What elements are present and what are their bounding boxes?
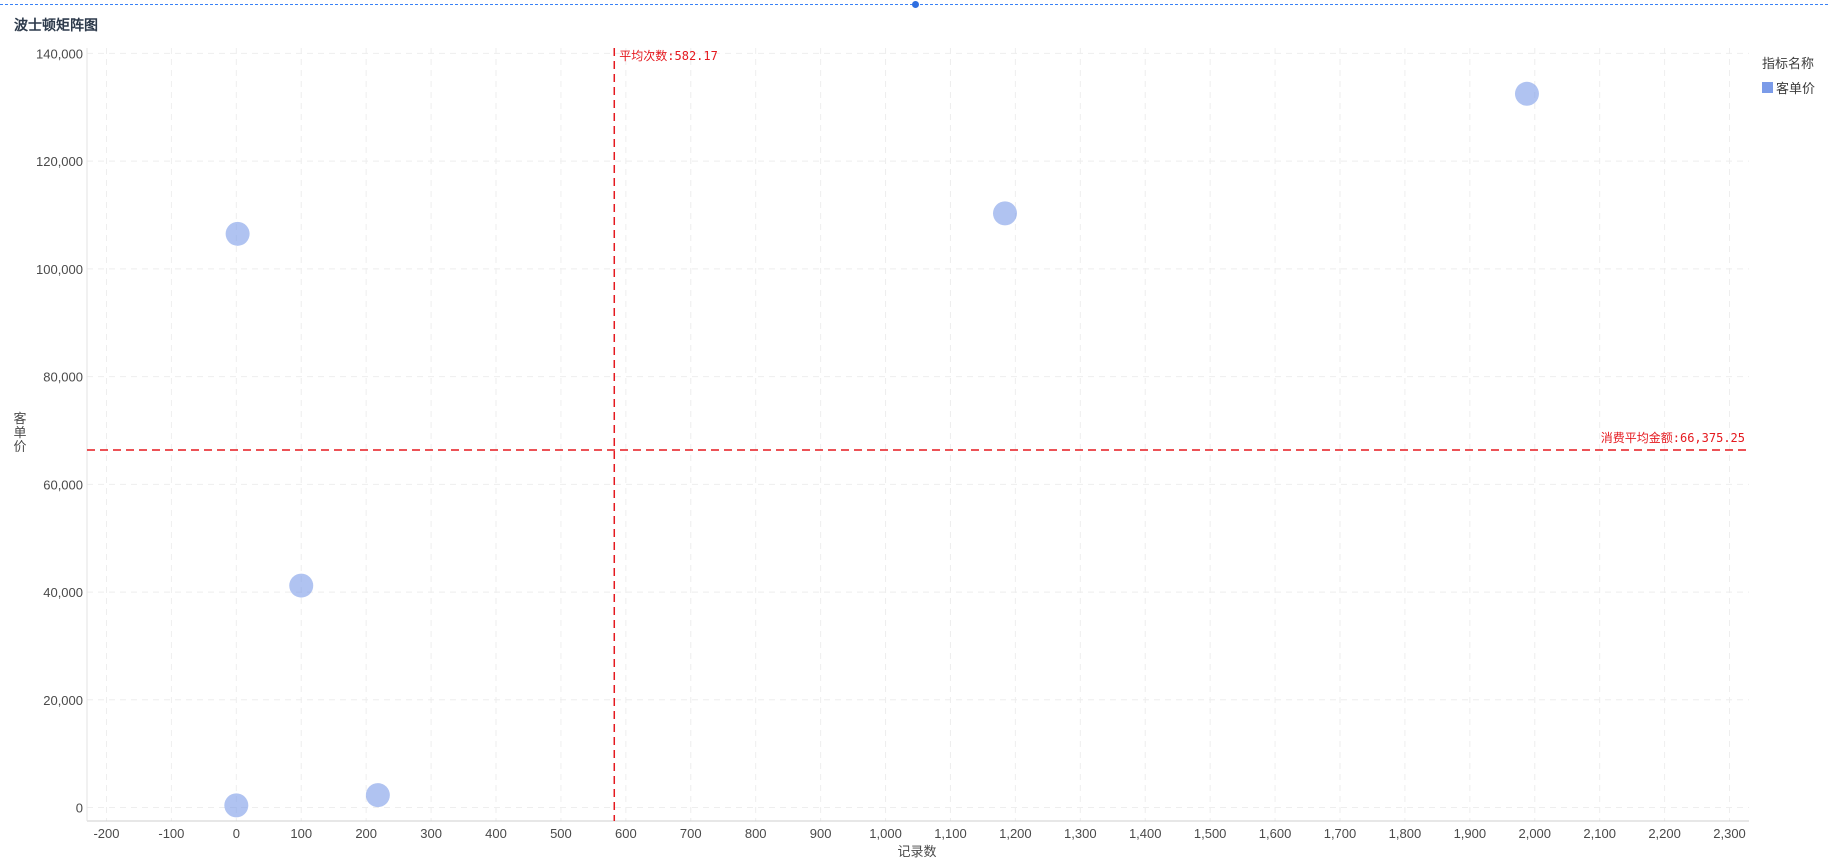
legend-item-label: 客单价 bbox=[1776, 81, 1816, 96]
x-tick-label: 1,600 bbox=[1259, 826, 1292, 841]
scatter-point[interactable] bbox=[1514, 81, 1539, 106]
x-tick-label: 1,200 bbox=[999, 826, 1032, 841]
y-axis-title: 客单价 bbox=[13, 411, 26, 454]
x-tick-label: 100 bbox=[290, 826, 312, 841]
y-tick-label: 120,000 bbox=[36, 154, 83, 169]
x-tick-label: 300 bbox=[420, 826, 442, 841]
x-tick-label: 1,900 bbox=[1454, 826, 1487, 841]
y-tick-label: 60,000 bbox=[43, 477, 83, 492]
y-axis-ticks: 0 20,000 40,000 60,000 80,000 100,000 120,000 1… bbox=[36, 46, 83, 815]
x-tick-label: 200 bbox=[355, 826, 377, 841]
y-tick-label: 100,000 bbox=[36, 262, 83, 277]
x-axis-title: 记录数 bbox=[897, 844, 936, 859]
scatter-point[interactable] bbox=[365, 783, 390, 808]
x-tick-label: 1,100 bbox=[934, 826, 967, 841]
avg-count-label: 平均次数:582.17 bbox=[619, 48, 718, 63]
x-tick-label: -200 bbox=[93, 826, 119, 841]
x-tick-label: 1,500 bbox=[1194, 826, 1227, 841]
y-tick-label: 80,000 bbox=[43, 370, 83, 385]
x-tick-label: 700 bbox=[680, 826, 702, 841]
avg-amount-label: 消费平均金额:66,375.25 bbox=[1601, 430, 1745, 445]
x-tick-label: 400 bbox=[485, 826, 507, 841]
x-tick-label: 1,000 bbox=[869, 826, 902, 841]
x-tick-label: -100 bbox=[158, 826, 184, 841]
legend-swatch bbox=[1762, 82, 1773, 93]
scatter-point[interactable] bbox=[289, 573, 314, 598]
x-axis-ticks: -200 -100 0 100 200 300 400 500 600 700 800 900 1,00… bbox=[93, 826, 1745, 841]
x-tick-label: 2,300 bbox=[1713, 826, 1746, 841]
scatter-point[interactable] bbox=[224, 793, 249, 818]
y-tick-label: 20,000 bbox=[43, 693, 83, 708]
x-tick-label: 2,000 bbox=[1518, 826, 1551, 841]
x-tick-label: 1,300 bbox=[1064, 826, 1097, 841]
legend-title: 指标名称 bbox=[1762, 56, 1815, 71]
x-tick-label: 1,400 bbox=[1129, 826, 1162, 841]
x-tick-label: 2,200 bbox=[1648, 826, 1681, 841]
x-tick-label: 1,800 bbox=[1389, 826, 1422, 841]
legend: 指标名称 客单价 bbox=[1762, 53, 1815, 97]
y-tick-label: 40,000 bbox=[43, 585, 83, 600]
legend-item[interactable]: 客单价 bbox=[1762, 78, 1815, 97]
scatter-point[interactable] bbox=[992, 201, 1017, 226]
reference-lines: 平均次数:582.17 消费平均金额:66,375.25 bbox=[87, 48, 1749, 821]
x-tick-label: 500 bbox=[550, 826, 572, 841]
x-tick-label: 900 bbox=[810, 826, 832, 841]
scatter-plot: -200 -100 0 100 200 300 400 500 600 700 800 900 1,00… bbox=[13, 46, 1749, 859]
scatter-point[interactable] bbox=[225, 221, 250, 246]
x-tick-label: 2,100 bbox=[1583, 826, 1616, 841]
x-tick-label: 600 bbox=[615, 826, 637, 841]
x-tick-label: 0 bbox=[233, 826, 240, 841]
y-tick-label: 0 bbox=[76, 801, 83, 816]
x-tick-label: 1,700 bbox=[1324, 826, 1357, 841]
y-tick-label: 140,000 bbox=[36, 46, 83, 61]
x-tick-label: 800 bbox=[745, 826, 767, 841]
grid bbox=[87, 48, 1749, 821]
axes bbox=[86, 48, 1749, 822]
